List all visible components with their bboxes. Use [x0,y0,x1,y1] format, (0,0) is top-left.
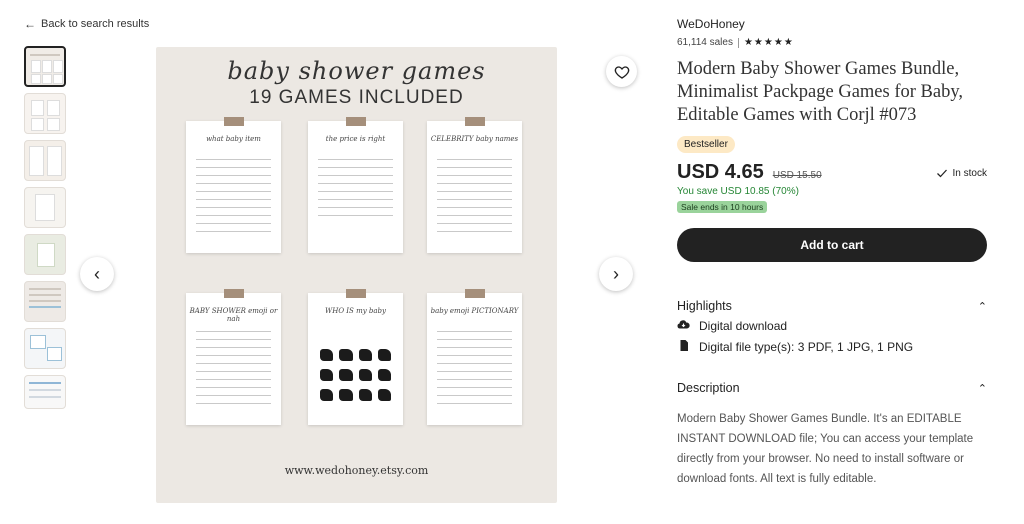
thumbnail[interactable] [24,187,66,228]
favorite-button[interactable] [606,56,637,87]
sale-ends-badge: Sale ends in 10 hours [677,201,768,213]
cloud-download-icon [677,319,690,333]
game-card: WHO IS my baby [308,289,403,425]
image-title: baby shower games [227,57,486,85]
price-row: USD 4.65 USD 15.50 In stock [677,161,987,184]
chevron-left-icon: ‹ [94,263,100,284]
next-image-button[interactable]: › [599,257,633,291]
arrow-left-icon: ← [24,17,36,31]
thumbnail-strip [24,46,68,415]
divider [737,37,739,48]
thumbnail[interactable] [24,46,66,87]
game-card: the price is right [308,117,403,253]
thumbnail[interactable] [24,375,66,409]
highlight-label: Digital file type(s): 3 PDF, 1 JPG, 1 PN… [699,340,914,354]
original-price: USD 15.50 [772,170,822,181]
checkmark-icon [936,169,947,178]
chevron-right-icon: › [613,263,619,284]
heart-icon [614,65,629,79]
previous-image-button[interactable]: ‹ [80,257,114,291]
highlight-item: Digital download [677,319,987,333]
highlight-label: Digital download [699,319,788,333]
back-link-label: Back to search results [41,18,150,30]
game-card: CELEBRITY baby names [427,117,522,253]
highlight-item: Digital file type(s): 3 PDF, 1 JPG, 1 PN… [677,339,987,355]
back-to-search-link[interactable]: ← Back to search results [24,17,149,31]
bestseller-badge: Bestseller [677,136,735,153]
thumbnail[interactable] [24,93,66,134]
description-heading: Description [677,381,740,395]
listing-details: WeDoHoney 61,114 sales ★★★★★ Modern Baby… [677,17,987,489]
sales-count: 61,114 sales [677,37,733,48]
product-main-image: baby shower games 19 GAMES INCLUDED what… [156,47,557,503]
game-card: BABY SHOWER emoji or nah [186,289,281,425]
stock-status: In stock [936,167,987,179]
thumbnail[interactable] [24,328,66,369]
file-icon [677,339,690,355]
thumbnail[interactable] [24,281,66,322]
stock-label: In stock [952,167,987,179]
shop-name-link[interactable]: WeDoHoney [677,17,987,31]
chevron-up-icon[interactable]: ⌃ [978,300,987,313]
savings-text: You save USD 10.85 (70%) [677,186,799,197]
thumbnail[interactable] [24,234,66,275]
chevron-up-icon[interactable]: ⌃ [978,382,987,395]
current-price: USD 4.65 [677,161,764,183]
listing-title: Modern Baby Shower Games Bundle, Minimal… [677,59,964,125]
game-card: what baby item [186,117,281,253]
description-text: Modern Baby Shower Games Bundle. It's an… [677,413,974,485]
image-subtitle: 19 GAMES INCLUDED [249,87,464,108]
highlights-heading: Highlights [677,299,732,313]
add-to-cart-button[interactable]: Add to cart [677,228,987,262]
star-rating-icon[interactable]: ★★★★★ [744,37,794,48]
description-header[interactable]: Description ⌃ [677,381,987,395]
shop-stats: 61,114 sales ★★★★★ [677,37,987,48]
thumbnail[interactable] [24,140,66,181]
game-card: baby emoji PICTIONARY [427,289,522,425]
highlights-header[interactable]: Highlights ⌃ [677,299,987,313]
image-footer: www.wedohoney.etsy.com [284,464,429,477]
